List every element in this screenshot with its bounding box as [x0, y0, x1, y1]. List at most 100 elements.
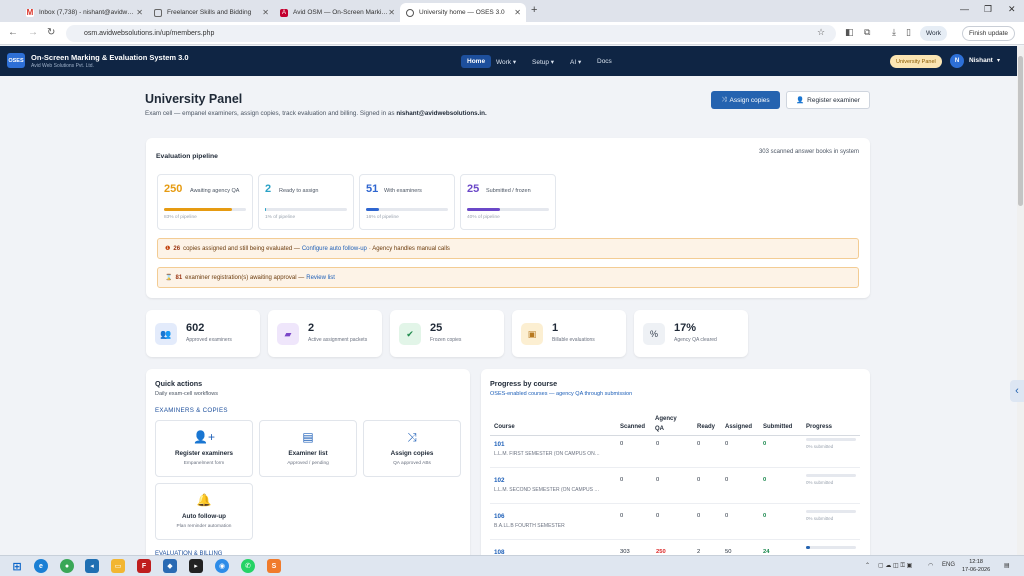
stat-approved-examiners[interactable]: 👥 602 Approved examiners — [146, 310, 260, 357]
minimize-icon[interactable]: — — [960, 4, 969, 14]
app-logo[interactable]: OSES — [7, 53, 25, 68]
close-window-icon[interactable]: ✕ — [1008, 4, 1016, 15]
download-icon[interactable]: ⤓ — [892, 27, 896, 38]
course-code-link[interactable]: 101 — [494, 441, 505, 448]
stat-agency-qa-cleared[interactable]: % 17% Agency QA cleared — [634, 310, 748, 357]
finish-update-button[interactable]: Finish update — [962, 26, 1016, 41]
reload-icon[interactable]: ↻ — [47, 27, 55, 38]
messenger-icon[interactable]: ◉ — [215, 559, 229, 573]
url-field[interactable]: osm.avidwebsolutions.in/up/members.php — [66, 25, 836, 42]
close-tab-icon[interactable]: ✕ — [514, 8, 521, 17]
nav-home[interactable]: Home — [461, 55, 492, 68]
stat-active-packets[interactable]: ▰ 2 Active assignment packets — [268, 310, 382, 357]
stage-awaiting-qa[interactable]: 250 Awaiting agency QA 83% of pipeline — [157, 174, 253, 230]
terminal-icon[interactable]: ▸ — [189, 559, 203, 573]
tab-freelancer[interactable]: Freelancer Skills and Bidding ✕ — [148, 3, 274, 22]
windows-start-icon[interactable]: ⊞ — [10, 559, 24, 573]
progress-bar-fill — [806, 546, 810, 549]
close-tab-icon[interactable]: ✕ — [388, 8, 395, 17]
user-plus-icon: 👤 — [796, 97, 805, 104]
col-progress[interactable]: Progress — [806, 424, 832, 430]
register-examiners-action[interactable]: 👤+ Register examiners Empanelment form — [155, 420, 253, 477]
auto-follow-up-action[interactable]: 🔔 Auto follow-up Plan reminder automatio… — [155, 483, 253, 540]
col-submitted[interactable]: Submitted — [763, 424, 792, 430]
col-ready[interactable]: Ready — [697, 424, 715, 430]
chrome-icon[interactable]: ● — [60, 559, 74, 573]
progress-bar — [806, 546, 856, 549]
cell-submitted: 0 — [763, 477, 767, 483]
tray-icons[interactable]: ▢ ☁ ◫ ⚿ ▣ — [878, 562, 912, 570]
cell-ready: 0 — [697, 441, 701, 447]
edge-icon[interactable]: e — [34, 559, 48, 573]
nav-work[interactable]: Work ▾ — [490, 55, 522, 69]
extension-icon[interactable]: ◧ — [845, 27, 854, 38]
stage-ready-to-assign[interactable]: 2 Ready to assign 1% of pipeline — [258, 174, 354, 230]
cell-scanned: 0 — [620, 477, 624, 483]
wifi-icon[interactable]: ◠ — [928, 562, 933, 569]
row-divider — [490, 539, 860, 540]
cell-assigned: 0 — [725, 441, 729, 447]
course-code-link[interactable]: 102 — [494, 477, 505, 484]
progress-bar — [806, 438, 856, 441]
stage-with-examiners[interactable]: 51 With examiners 16% of pipeline — [359, 174, 455, 230]
col-course[interactable]: Course — [494, 424, 515, 430]
col-agency-qa[interactable]: Agency QA — [655, 414, 679, 434]
stage-progress-bar — [467, 208, 549, 211]
cell-qa: 0 — [656, 441, 660, 447]
puzzle-icon[interactable]: ⧉ — [864, 27, 870, 38]
new-tab-icon[interactable]: + — [531, 4, 537, 16]
section-heading: EXAMINERS & COPIES — [155, 407, 228, 414]
notification-icon[interactable]: ▤ — [1004, 562, 1010, 569]
configure-follow-up-link[interactable]: Configure auto follow-up — [302, 246, 367, 252]
close-tab-icon[interactable]: ✕ — [136, 8, 143, 17]
back-icon[interactable]: ← — [8, 27, 18, 38]
app-icon[interactable]: ◆ — [163, 559, 177, 573]
filezilla-icon[interactable]: F — [137, 559, 151, 573]
file-explorer-icon[interactable]: ▭ — [111, 559, 125, 573]
vscode-icon[interactable]: ◂ — [85, 559, 99, 573]
examiner-list-action[interactable]: ▤ Examiner list Approved / pending — [259, 420, 357, 477]
review-list-link[interactable]: Review list — [306, 275, 335, 281]
user-name[interactable]: Nishant — [969, 57, 993, 64]
pipeline-total: 303 scanned answer books in system — [758, 149, 859, 155]
sublime-icon[interactable]: S — [267, 559, 281, 573]
sidepanel-icon[interactable]: ▯ — [906, 27, 911, 38]
cell-ready: 0 — [697, 477, 701, 483]
profile-work-button[interactable]: Work — [920, 26, 948, 41]
tab-gmail[interactable]: M Inbox (7,738) - nishant@avidw… ✕ — [20, 3, 148, 22]
stat-billable-evaluations[interactable]: ▣ 1 Billable evaluations — [512, 310, 626, 357]
bookmark-star-icon[interactable]: ☆ — [817, 27, 825, 38]
nav-docs[interactable]: Docs — [591, 55, 618, 68]
page-description: Exam cell — empanel examiners, assign co… — [145, 110, 487, 117]
avatar[interactable]: N — [950, 54, 964, 68]
close-tab-icon[interactable]: ✕ — [262, 8, 269, 17]
restore-icon[interactable]: ❐ — [984, 4, 992, 15]
quick-actions-subtitle: Daily exam-cell workflows — [155, 391, 218, 397]
col-scanned[interactable]: Scanned — [620, 424, 645, 430]
side-panel-toggle-icon[interactable]: ‹ — [1010, 380, 1024, 402]
register-examiner-button[interactable]: 👤 Register examiner — [786, 91, 870, 109]
system-clock[interactable]: 12:18 17-06-2026 — [962, 558, 990, 574]
assign-copies-button[interactable]: ⤨ Assign copies — [711, 91, 780, 109]
forward-icon[interactable]: → — [28, 27, 38, 38]
nav-ai[interactable]: AI ▾ — [564, 55, 587, 69]
assign-copies-action[interactable]: ⤨ Assign copies QA approved ABs — [363, 420, 461, 477]
money-icon: ▣ — [521, 323, 543, 345]
whatsapp-icon[interactable]: ✆ — [241, 559, 255, 573]
nav-setup[interactable]: Setup ▾ — [526, 55, 560, 69]
stat-frozen-copies[interactable]: ✔ 25 Frozen copies — [390, 310, 504, 357]
cell-submitted: 0 — [763, 513, 767, 519]
page-title: University Panel — [145, 92, 243, 106]
course-name: L.L.M. FIRST SEMESTER (ON CAMPUS ON… — [494, 451, 600, 457]
course-code-link[interactable]: 106 — [494, 513, 505, 520]
tab-university-home[interactable]: University home — OSES 3.0 ✕ — [400, 3, 526, 22]
folder-icon: ▰ — [277, 323, 299, 345]
stage-submitted-frozen[interactable]: 25 Submitted / frozen 40% of pipeline — [460, 174, 556, 230]
scrollbar-thumb[interactable] — [1018, 56, 1023, 206]
tab-avid-osm[interactable]: A Avid OSM — On-Screen Marki… ✕ — [274, 3, 400, 22]
col-assigned[interactable]: Assigned — [725, 424, 752, 430]
stage-progress-bar — [164, 208, 246, 211]
tray-chevron-icon[interactable]: ⌃ — [865, 562, 870, 569]
language-indicator[interactable]: ENG — [942, 562, 955, 568]
user-menu-caret-icon[interactable]: ▾ — [997, 57, 1000, 64]
